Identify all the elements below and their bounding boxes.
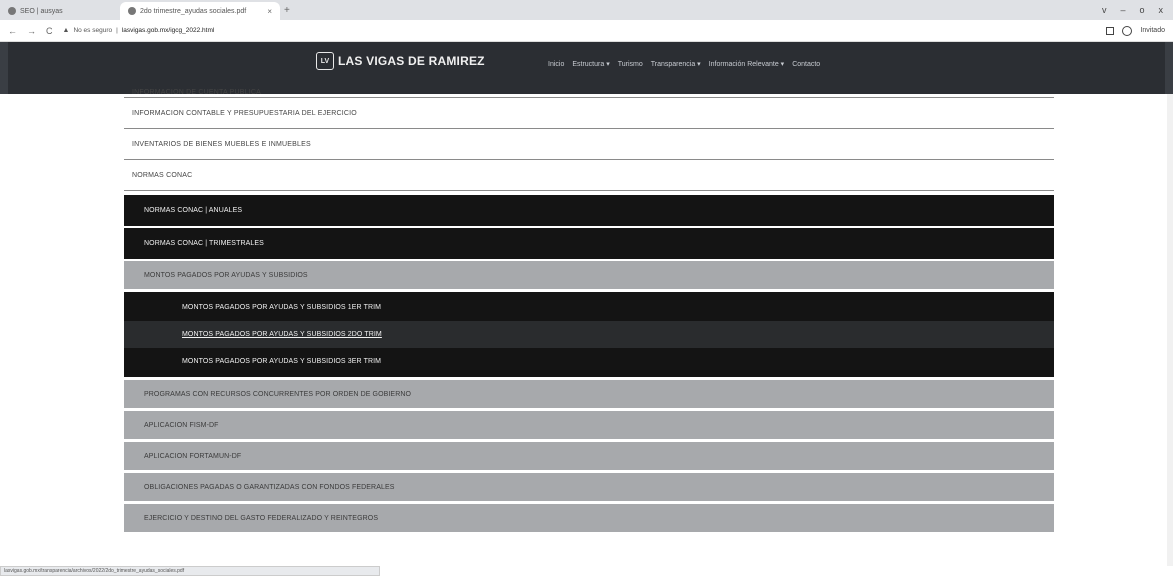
list-item-contable[interactable]: INFORMACION CONTABLE Y PRESUPUESTARIA DE…	[124, 98, 1054, 129]
nav-item-turismo[interactable]: Turismo	[618, 61, 643, 68]
maximize-button[interactable]: o	[1139, 5, 1144, 15]
accordion-list: INFORMACION DE CUENTA PUBLICA INFORMACIO…	[124, 78, 1054, 535]
list-item-montos-pagados[interactable]: MONTOS PAGADOS POR AYUDAS Y SUBSIDIOS	[124, 261, 1054, 289]
profile-icon[interactable]	[1122, 25, 1133, 36]
nav-item-inicio[interactable]: Inicio	[548, 61, 564, 68]
warning-icon: ▲	[62, 27, 70, 34]
security-label: No es seguro	[73, 27, 113, 34]
logo-emblem-icon: LV	[316, 52, 334, 70]
close-tab-icon[interactable]: ×	[267, 7, 272, 16]
tab-search-icon[interactable]	[1106, 26, 1115, 35]
list-item-cuenta-publica[interactable]: INFORMACION DE CUENTA PUBLICA	[124, 78, 1054, 98]
list-item-normas-conac[interactable]: NORMAS CONAC	[124, 160, 1054, 191]
list-item-normas-anuales[interactable]: NORMAS CONAC | ANUALES	[124, 195, 1054, 226]
nav-item-transparencia[interactable]: Transparencia ▾	[651, 60, 701, 68]
address-bar: ← → C ▲ No es seguro | lasvigas.gob.mx/i…	[0, 20, 1173, 42]
site-logo[interactable]: LV LAS VIGAS DE RAMIREZ	[316, 52, 485, 70]
favicon-icon	[128, 7, 136, 15]
link-montos-1er-trim[interactable]: MONTOS PAGADOS POR AYUDAS Y SUBSIDIOS 1E…	[124, 294, 1054, 321]
tab-list-button[interactable]: v	[1102, 5, 1107, 15]
montos-submenu: MONTOS PAGADOS POR AYUDAS Y SUBSIDIOS 1E…	[124, 292, 1054, 377]
list-item-gasto-federalizado[interactable]: EJERCICIO Y DESTINO DEL GASTO FEDERALIZA…	[124, 504, 1054, 532]
main-nav: Inicio Estructura ▾ Turismo Transparenci…	[548, 60, 820, 69]
browser-tab-bar: SEO | ausyas 2do trimestre_ayudas social…	[0, 0, 1173, 20]
list-item-normas-trimestrales[interactable]: NORMAS CONAC | TRIMESTRALES	[124, 228, 1054, 259]
nav-item-estructura[interactable]: Estructura ▾	[572, 60, 609, 68]
link-montos-3er-trim[interactable]: MONTOS PAGADOS POR AYUDAS Y SUBSIDIOS 3E…	[124, 348, 1054, 375]
status-bar-url: lasvigas.gob.mx/transparencia/archivos/2…	[0, 566, 380, 576]
forward-arrow-icon[interactable]: →	[27, 26, 36, 36]
list-item-fism-df[interactable]: APLICACION FISM-DF	[124, 411, 1054, 439]
new-tab-button[interactable]: +	[284, 5, 290, 16]
list-item-fortamun-df[interactable]: APLICACION FORTAMUN-DF	[124, 442, 1054, 470]
scrollbar[interactable]	[1167, 94, 1173, 566]
browser-tab[interactable]: SEO | ausyas	[0, 2, 120, 20]
tab-title: SEO | ausyas	[20, 7, 63, 15]
link-montos-2do-trim[interactable]: MONTOS PAGADOS POR AYUDAS Y SUBSIDIOS 2D…	[124, 321, 1054, 348]
nav-item-informacion-relevante[interactable]: Información Relevante ▾	[709, 60, 785, 68]
url-text: lasvigas.gob.mx/igcg_2022.html	[121, 27, 215, 34]
logo-text: LAS VIGAS DE RAMIREZ	[338, 54, 485, 68]
reload-icon[interactable]: C	[46, 26, 53, 36]
tab-title: 2do trimestre_ayudas sociales.pdf	[140, 7, 247, 15]
minimize-button[interactable]: –	[1120, 5, 1125, 15]
url-field[interactable]: ▲ No es seguro | lasvigas.gob.mx/igcg_20…	[63, 27, 215, 34]
favicon-icon	[8, 7, 16, 15]
list-item-inventarios[interactable]: INVENTARIOS DE BIENES MUEBLES E INMUEBLE…	[124, 129, 1054, 160]
back-arrow-icon[interactable]: ←	[8, 26, 17, 36]
profile-label[interactable]: Invitado	[1140, 27, 1165, 34]
list-item-obligaciones[interactable]: OBLIGACIONES PAGADAS O GARANTIZADAS CON …	[124, 473, 1054, 501]
list-item-programas-concurrentes[interactable]: PROGRAMAS CON RECURSOS CONCURRENTES POR …	[124, 380, 1054, 408]
nav-item-contacto[interactable]: Contacto	[792, 61, 820, 68]
browser-tab-active[interactable]: 2do trimestre_ayudas sociales.pdf ×	[120, 2, 280, 20]
window-controls: v – o x	[1102, 5, 1173, 15]
close-window-button[interactable]: x	[1159, 5, 1164, 15]
